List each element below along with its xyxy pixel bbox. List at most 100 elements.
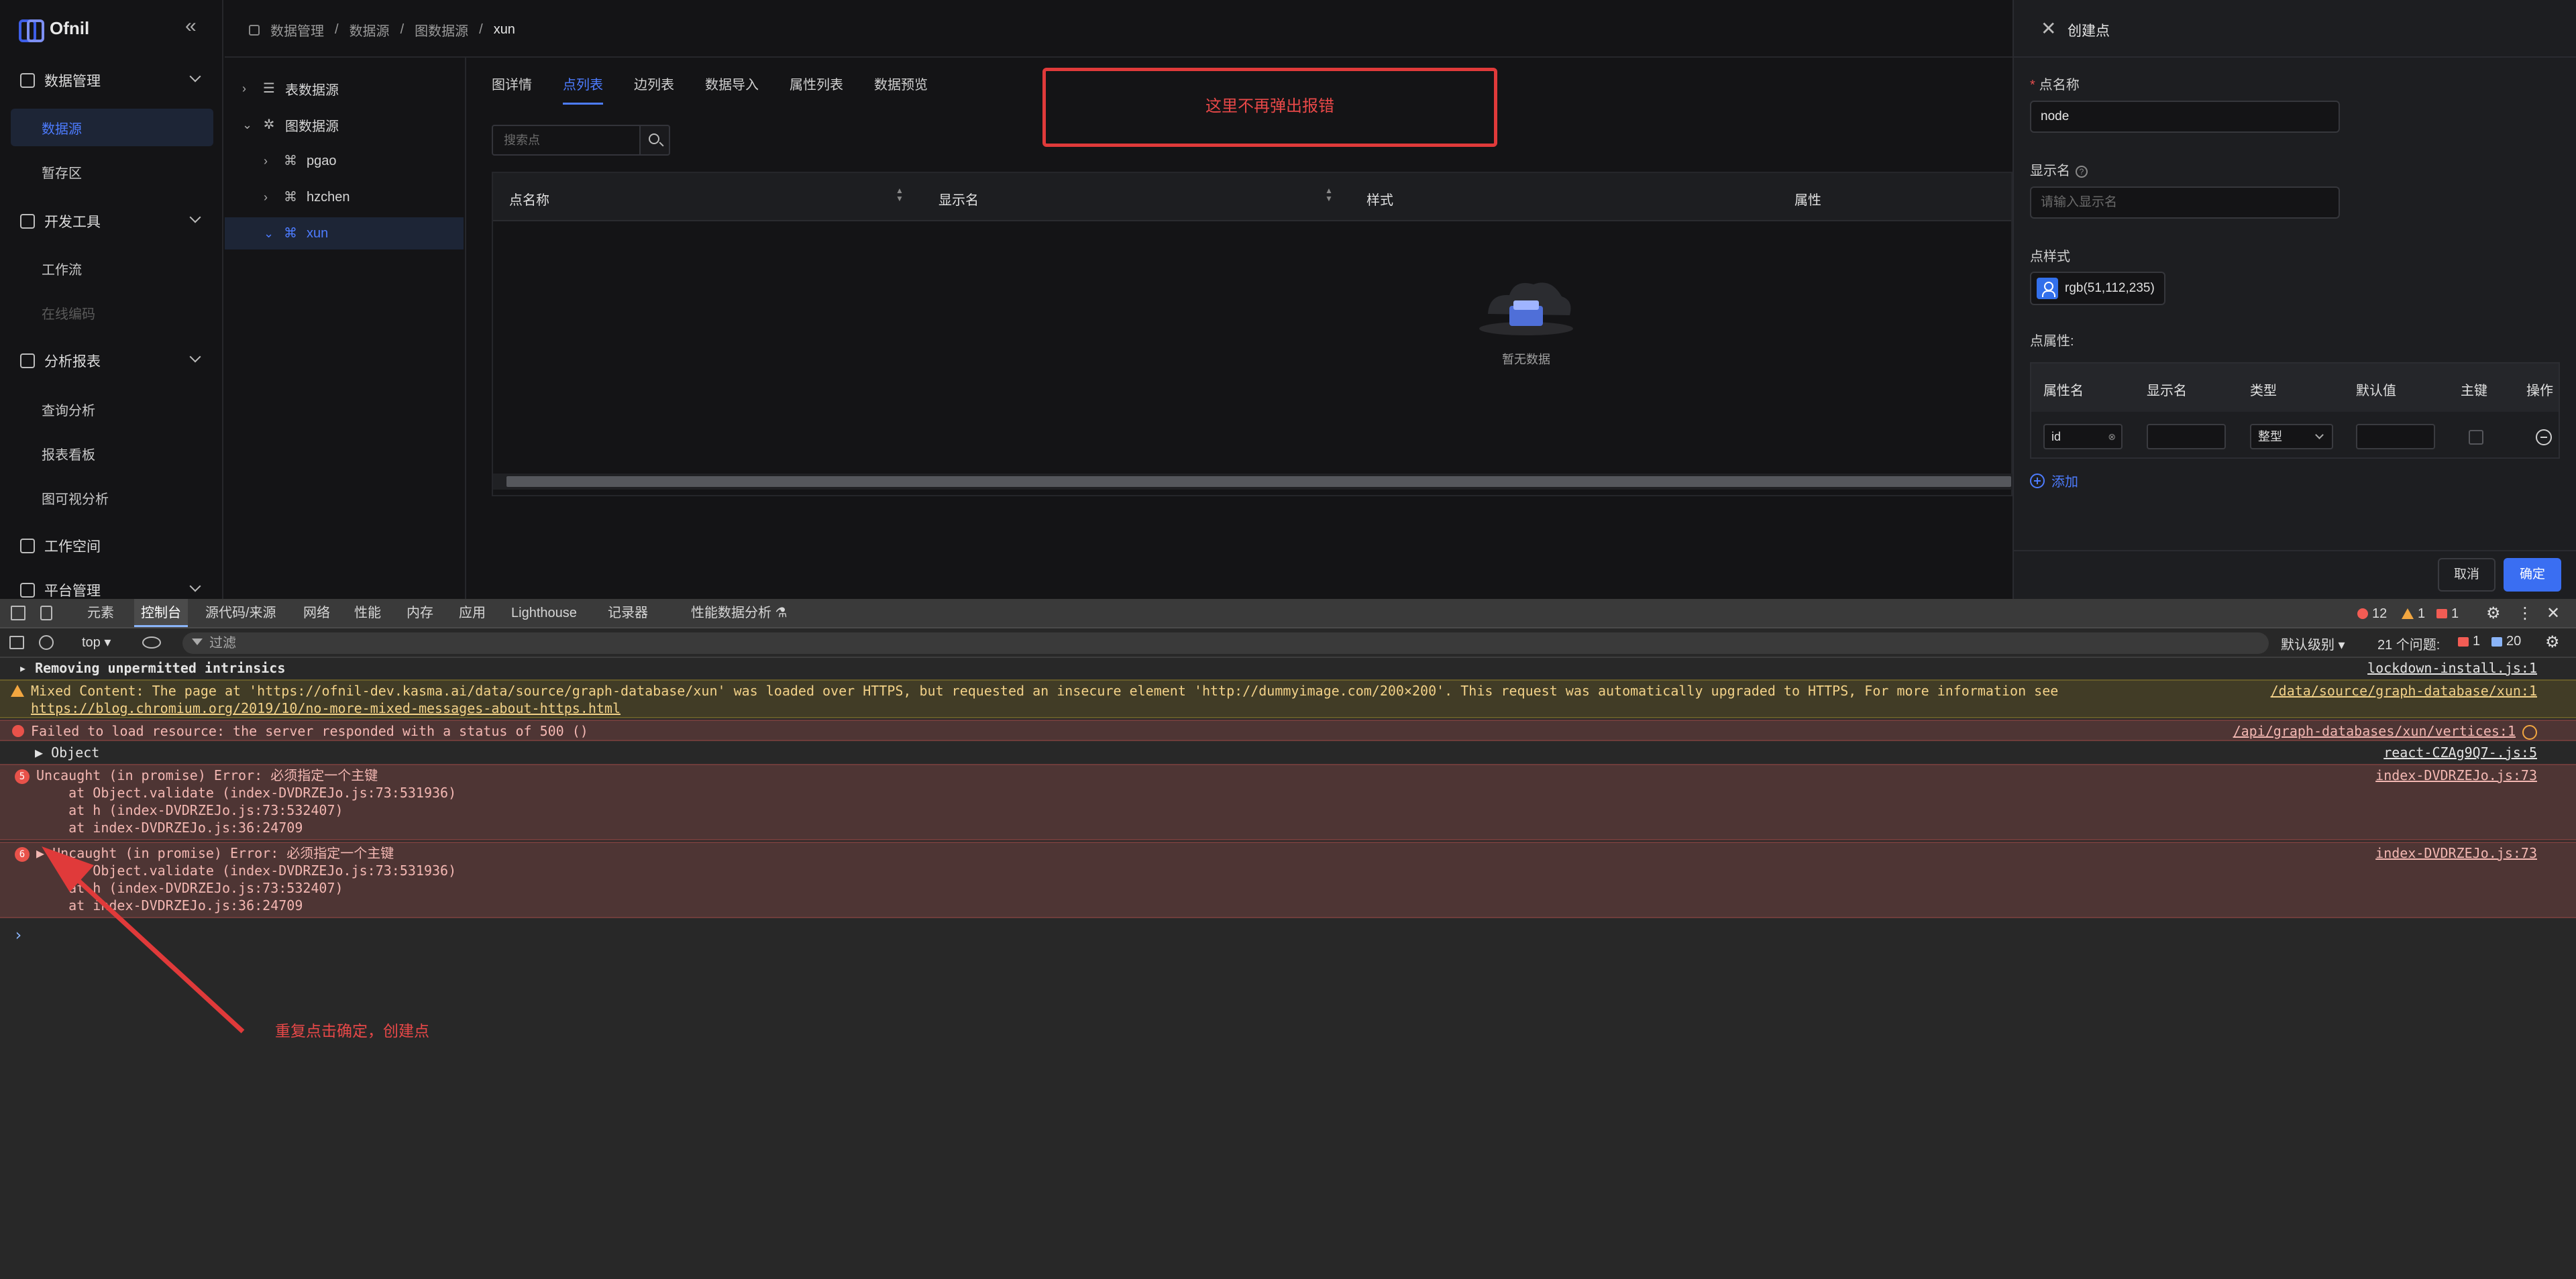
prop-display-input[interactable]	[2147, 424, 2226, 449]
prop-name-input[interactable]: id ⊗	[2043, 424, 2123, 449]
tab-vertex-list[interactable]: 点列表	[563, 70, 603, 107]
tab-edge-list[interactable]: 边列表	[634, 70, 674, 107]
sidebar-item-data-source[interactable]: 数据源	[11, 109, 213, 146]
chevron-down-icon[interactable]: ⌄	[264, 227, 274, 241]
console-warning[interactable]: Mixed Content: The page at 'https://ofni…	[0, 679, 2576, 718]
tree-node-graph-source[interactable]: ⌄ ✲ 图数据源	[242, 109, 339, 141]
devtools-tab-application[interactable]: 应用	[459, 599, 486, 627]
chevron-down-icon[interactable]: ⌄	[242, 118, 252, 132]
log-level-select[interactable]: 默认级别 ▾	[2281, 634, 2345, 653]
help-icon[interactable]: ?	[2076, 165, 2088, 178]
close-devtools-icon[interactable]: ✕	[2546, 599, 2560, 628]
devtools-tab-sources[interactable]: 源代码/来源	[205, 599, 276, 627]
search-button[interactable]	[639, 125, 670, 156]
close-icon[interactable]: ✕	[2041, 17, 2056, 40]
issues-label[interactable]: 21 个问题:	[2377, 634, 2440, 653]
nav-group-data-management[interactable]: 数据管理	[0, 62, 223, 99]
sidebar-toggle-icon[interactable]	[9, 636, 24, 649]
sidebar-item-graph-visual[interactable]: 图可视分析	[11, 479, 213, 516]
vertex-name-input[interactable]: node	[2030, 101, 2340, 133]
sidebar-item-staging[interactable]: 暂存区	[11, 153, 213, 190]
console-source-link[interactable]: lockdown-install.js:1	[2367, 659, 2537, 677]
console-source-link[interactable]: index-DVDRZEJo.js:73	[2375, 844, 2537, 862]
collapse-sidebar-icon[interactable]: «	[185, 15, 197, 38]
nav-group-platform[interactable]: 平台管理	[0, 571, 223, 599]
chevron-right-icon[interactable]: ›	[264, 154, 273, 168]
remove-row-icon[interactable]	[2536, 429, 2552, 445]
primary-key-checkbox[interactable]	[2469, 430, 2483, 445]
console-line[interactable]: ▸ Removing unpermitted intrinsics lockdo…	[0, 658, 2576, 678]
tree-node-pgao[interactable]: › ⌘ pgao	[264, 145, 337, 177]
warning-count-badge[interactable]: 1	[2402, 599, 2425, 628]
scrollbar-thumb[interactable]	[506, 476, 2011, 487]
confirm-button[interactable]: 确定	[2504, 558, 2561, 592]
live-expression-eye-icon[interactable]	[142, 636, 161, 649]
devtools-tab-perf-insights[interactable]: 性能数据分析 ⚗	[691, 599, 788, 627]
nav-group-workspace[interactable]: 工作空间	[0, 527, 223, 565]
display-name-input[interactable]: 请输入显示名	[2030, 186, 2340, 219]
issues-error-count[interactable]: 1	[2458, 634, 2480, 649]
console-line[interactable]: ▶ Object react-CZAg9Q7-.js:5	[0, 742, 2576, 763]
nav-group-reports[interactable]: 分析报表	[0, 342, 223, 380]
tab-property-list[interactable]: 属性列表	[790, 70, 843, 107]
tab-graph-detail[interactable]: 图详情	[492, 70, 532, 107]
logo[interactable]: Ofnil	[19, 15, 89, 42]
sidebar-item-dashboard[interactable]: 报表看板	[11, 435, 213, 472]
devtools-tab-lighthouse[interactable]: Lighthouse	[511, 599, 577, 627]
chevron-right-icon[interactable]: ›	[242, 82, 252, 96]
devtools-tab-network[interactable]: 网络	[303, 599, 330, 627]
clear-icon[interactable]: ⊗	[2108, 425, 2116, 448]
issues-info-count[interactable]: 20	[2491, 634, 2521, 649]
console-filter-input[interactable]: 过滤	[182, 632, 2269, 654]
devtools-tab-console[interactable]: 控制台	[134, 599, 188, 627]
topbar: 数据管理 / 数据源 / 图数据源 / xun	[225, 0, 2012, 58]
console-error[interactable]: 6 ▶ Uncaught (in promise) Error: 必须指定一个主…	[0, 842, 2576, 918]
tree-node-hzchen[interactable]: › ⌘ hzchen	[264, 181, 350, 213]
horizontal-scrollbar[interactable]	[493, 474, 2014, 490]
console-source-link[interactable]: react-CZAg9Q7-.js:5	[2383, 744, 2537, 761]
devtools-tab-elements[interactable]: 元素	[87, 599, 114, 627]
breadcrumb-item[interactable]: 图数据源	[415, 20, 468, 40]
vertex-style-picker[interactable]: rgb(51,112,235)	[2030, 272, 2165, 305]
prop-default-input[interactable]	[2356, 424, 2435, 449]
console-link[interactable]: https://blog.chromium.org/2019/10/no-mor…	[31, 700, 621, 717]
column-header-display[interactable]: 显示名	[938, 189, 979, 209]
tree-node-xun[interactable]: ⌄ ⌘ xun	[225, 217, 464, 249]
network-icon[interactable]	[2522, 725, 2537, 740]
sort-icon[interactable]: ▲ ▼	[1325, 186, 1333, 203]
error-count-badge[interactable]: 12	[2357, 599, 2387, 628]
more-options-icon[interactable]: ⋮	[2517, 599, 2533, 628]
console-error[interactable]: Failed to load resource: the server resp…	[0, 720, 2576, 741]
console-error[interactable]: 5 Uncaught (in promise) Error: 必须指定一个主键 …	[0, 764, 2576, 840]
console-settings-icon[interactable]: ⚙	[2545, 632, 2560, 652]
sidebar-item-query-analysis[interactable]: 查询分析	[11, 390, 213, 428]
sort-icon[interactable]: ▲ ▼	[896, 186, 904, 203]
sidebar-item-workflow[interactable]: 工作流	[11, 249, 213, 287]
issue-count-badge[interactable]: 1	[2436, 599, 2459, 628]
cancel-button[interactable]: 取消	[2438, 558, 2496, 592]
nav-group-dev-tools[interactable]: 开发工具	[0, 203, 223, 240]
device-toolbar-icon[interactable]	[40, 606, 52, 620]
console-source-link[interactable]: /data/source/graph-database/xun:1	[2271, 682, 2537, 700]
column-header-name[interactable]: 点名称	[509, 189, 549, 209]
tab-data-import[interactable]: 数据导入	[705, 70, 759, 107]
search-input[interactable]: 搜索点	[492, 125, 641, 156]
breadcrumb-item[interactable]: 数据源	[350, 20, 390, 40]
console-source-link[interactable]: /api/graph-databases/xun/vertices:1	[2233, 722, 2516, 740]
context-selector[interactable]: top ▾	[82, 634, 111, 651]
tab-data-preview[interactable]: 数据预览	[874, 70, 928, 107]
add-property-button[interactable]: 添加	[2030, 471, 2078, 490]
breadcrumb-item[interactable]: 数据管理	[270, 20, 324, 40]
error-repeat-count: 5	[15, 769, 30, 784]
clear-console-icon[interactable]	[39, 635, 54, 650]
inspect-icon[interactable]	[11, 606, 25, 620]
tree-node-table-source[interactable]: › ☰ 表数据源	[242, 72, 339, 105]
chevron-right-icon[interactable]: ›	[264, 190, 273, 205]
devtools-tab-recorder[interactable]: 记录器	[608, 599, 648, 627]
console-prompt[interactable]: ›	[0, 926, 2576, 946]
console-source-link[interactable]: index-DVDRZEJo.js:73	[2375, 767, 2537, 784]
prop-type-select[interactable]: 整型	[2250, 424, 2333, 449]
devtools-tab-memory[interactable]: 内存	[407, 599, 433, 627]
devtools-tab-performance[interactable]: 性能	[354, 599, 381, 627]
settings-gear-icon[interactable]: ⚙	[2486, 599, 2501, 628]
